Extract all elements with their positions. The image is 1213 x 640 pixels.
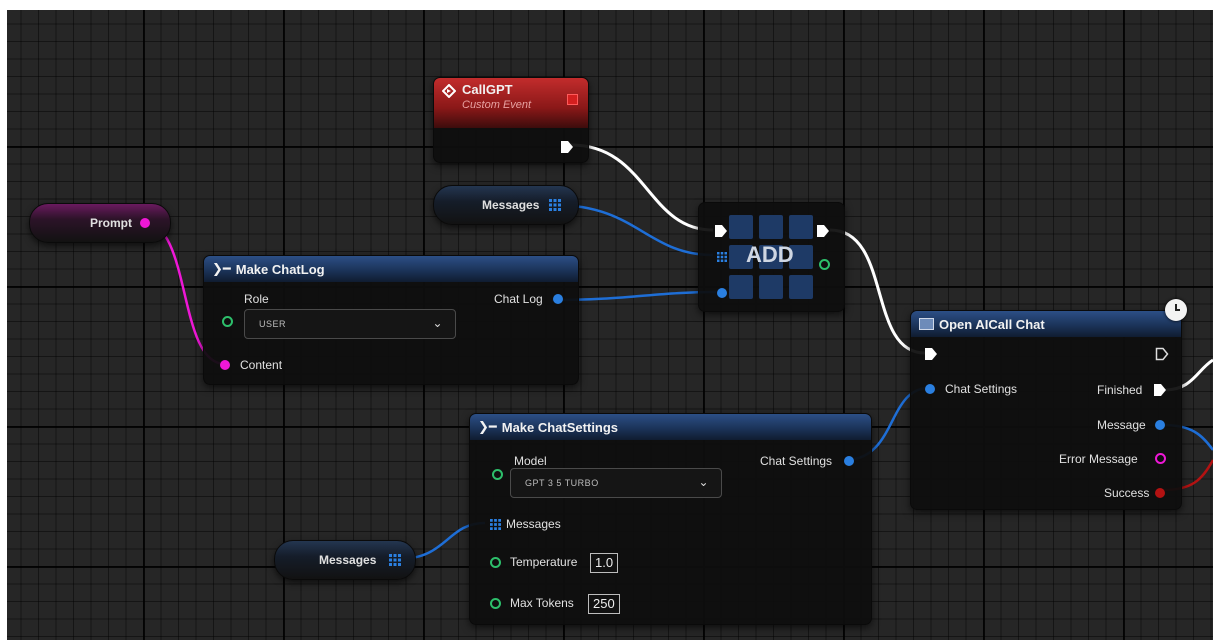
- open-aicall-chat-node[interactable]: Open AICall Chat Chat Settings Finished …: [910, 299, 1187, 510]
- role-pin[interactable]: [222, 316, 233, 327]
- chat-settings-out-label: Chat Settings: [760, 454, 833, 468]
- latent-clock-icon: [1165, 299, 1187, 321]
- add-title: ADD: [746, 242, 794, 267]
- temperature-input[interactable]: 1.0: [590, 553, 619, 573]
- model-pin[interactable]: [492, 469, 503, 480]
- object-wire: [554, 203, 714, 257]
- message-out-pin[interactable]: [1155, 420, 1165, 430]
- messages-variable-node[interactable]: Messages: [433, 185, 579, 225]
- chevron-down-icon: ⌄: [698, 475, 709, 489]
- prompt-variable-node[interactable]: Prompt: [29, 203, 171, 243]
- blueprint-graph[interactable]: CallGPT Custom Event Messages Prompt ❯━ …: [7, 10, 1213, 640]
- chat-settings-in-pin[interactable]: [925, 384, 935, 394]
- callgpt-subtitle: Custom Event: [462, 99, 532, 111]
- error-message-out-pin[interactable]: [1155, 453, 1166, 464]
- role-label: Role: [244, 292, 269, 306]
- chatlog-out-pin[interactable]: [553, 294, 563, 304]
- max-tokens-label: Max Tokens: [510, 596, 574, 610]
- content-in-pin[interactable]: [220, 360, 230, 370]
- make-chatlog-node[interactable]: ❯━ Make ChatLog Role USER ⌄ Content Chat…: [203, 255, 579, 385]
- chat-settings-out-pin[interactable]: [844, 456, 854, 466]
- array-in-pin-icon[interactable]: [490, 519, 501, 530]
- temperature-label: Temperature: [510, 555, 578, 569]
- prompt-var-label: Prompt: [90, 216, 132, 230]
- make-chatlog-title: Make ChatLog: [235, 261, 325, 277]
- make-struct-icon: ❯━: [478, 419, 497, 434]
- messages-var-label: Messages: [319, 553, 377, 567]
- index-out-pin[interactable]: [819, 259, 830, 270]
- make-chatsettings-header: ❯━ Make ChatSettings: [470, 414, 871, 440]
- finished-label: Finished: [1097, 383, 1143, 397]
- chat-settings-in-label: Chat Settings: [945, 382, 1018, 396]
- message-label: Message: [1097, 418, 1146, 432]
- open-aicall-chat-title: Open AICall Chat: [939, 316, 1045, 332]
- array-pin-icon[interactable]: [549, 199, 561, 211]
- model-label: Model: [514, 454, 547, 468]
- messages-in-label: Messages: [506, 517, 561, 531]
- prompt-out-pin[interactable]: [140, 218, 150, 228]
- role-dropdown-value: USER: [259, 319, 287, 329]
- content-label: Content: [240, 358, 283, 372]
- array-pin-icon[interactable]: [389, 554, 401, 566]
- temperature-pin[interactable]: [490, 557, 501, 568]
- success-out-pin[interactable]: [1155, 488, 1165, 498]
- max-tokens-input[interactable]: 250: [588, 594, 620, 614]
- make-struct-icon: ❯━: [212, 261, 231, 276]
- make-chatsettings-node[interactable]: ❯━ Make ChatSettings Model GPT 3 5 TURBO…: [469, 413, 872, 625]
- replicate-icon: [567, 94, 578, 105]
- messages-variable-node[interactable]: Messages: [274, 540, 416, 580]
- chevron-down-icon: ⌄: [432, 316, 443, 330]
- callgpt-event-node[interactable]: CallGPT Custom Event: [433, 77, 589, 163]
- make-chatsettings-title: Make ChatSettings: [501, 419, 619, 435]
- model-dropdown[interactable]: GPT 3 5 TURBO ⌄: [510, 468, 722, 498]
- success-label: Success: [1104, 486, 1150, 500]
- error-message-label: Error Message: [1059, 452, 1138, 466]
- exec-wire: [570, 143, 714, 232]
- chatlog-out-label: Chat Log: [494, 292, 543, 306]
- max-tokens-pin[interactable]: [490, 598, 501, 609]
- event-diamond-icon: [442, 84, 456, 98]
- function-icon: [919, 318, 934, 330]
- array-in-pin-icon[interactable]: [717, 252, 727, 262]
- item-in-pin[interactable]: [717, 288, 727, 298]
- make-chatlog-header: ❯━ Make ChatLog: [204, 256, 578, 282]
- callgpt-header: CallGPT Custom Event: [434, 78, 588, 128]
- role-dropdown[interactable]: USER ⌄: [244, 309, 456, 339]
- array-add-node[interactable]: ADD: [698, 202, 845, 312]
- open-aicall-chat-header: Open AICall Chat: [911, 311, 1181, 337]
- callgpt-title: CallGPT: [462, 82, 513, 97]
- messages-var-label: Messages: [482, 198, 540, 212]
- model-dropdown-value: GPT 3 5 TURBO: [525, 478, 599, 488]
